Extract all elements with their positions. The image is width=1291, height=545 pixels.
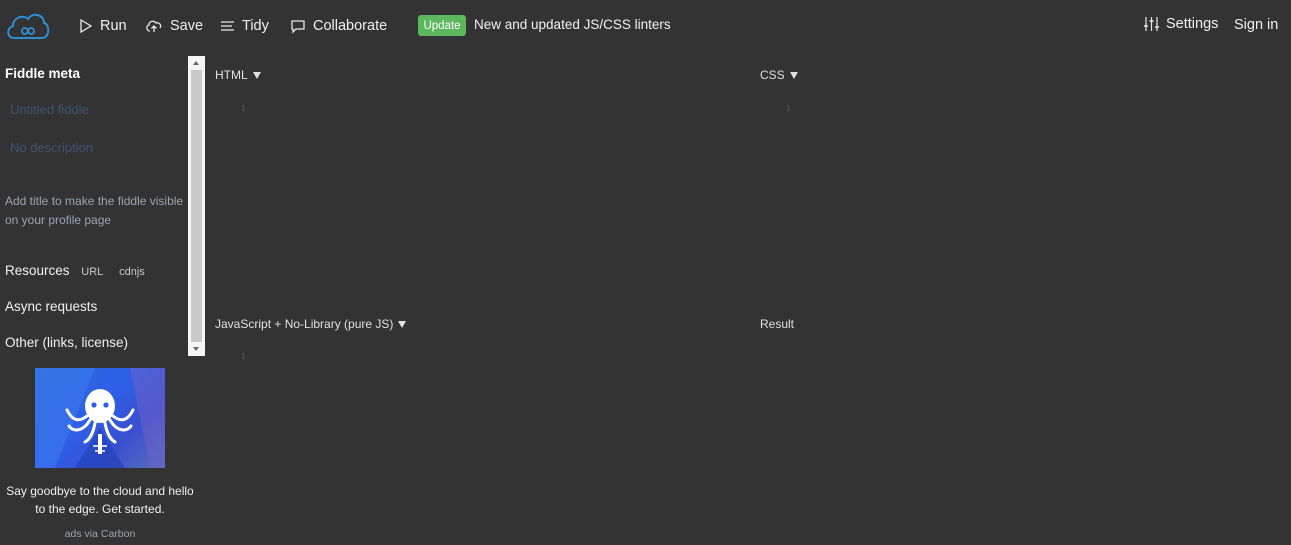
js-panel-header[interactable]: JavaScript + No-Library (pure JS) (215, 317, 407, 331)
collaborate-button[interactable]: Collaborate (290, 16, 387, 36)
html-line-number: 1 (241, 104, 246, 113)
sign-in-link[interactable]: Sign in (1234, 17, 1278, 33)
css-panel-header[interactable]: CSS (760, 68, 798, 82)
resources-cdnjs-tab[interactable]: cdnjs (119, 266, 145, 278)
carbon-ad-text[interactable]: Say goodbye to the cloud and hello to th… (0, 482, 200, 518)
chevron-down-icon[interactable] (252, 71, 261, 79)
fiddle-description-input[interactable]: No description (10, 140, 93, 155)
run-button[interactable]: Run (79, 16, 127, 36)
js-panel-label: JavaScript + No-Library (pure JS) (215, 317, 394, 331)
resources-url-tab[interactable]: URL (81, 266, 103, 278)
css-panel-label: CSS (760, 68, 785, 82)
octopus-icon (35, 368, 165, 468)
run-label: Run (100, 18, 127, 34)
title-hint: Add title to make the fiddle visible on … (5, 194, 184, 227)
play-icon (80, 19, 93, 33)
async-requests-section[interactable]: Async requests (5, 299, 97, 314)
chevron-down-icon[interactable] (789, 71, 798, 79)
settings-button[interactable]: Settings (1143, 16, 1218, 32)
other-links-section[interactable]: Other (links, license) (5, 335, 128, 350)
ads-via-carbon-link[interactable]: ads via Carbon (0, 528, 200, 540)
resources-label: Resources (5, 263, 70, 278)
carbon-ad-image[interactable] (35, 368, 165, 468)
sliders-icon (1144, 17, 1159, 31)
save-label: Save (170, 18, 204, 34)
chevron-down-icon[interactable] (398, 320, 407, 328)
js-line-number: 1 (241, 352, 246, 361)
result-panel-label: Result (760, 317, 795, 331)
scroll-down-icon[interactable] (193, 347, 199, 351)
css-line-number: 1 (786, 104, 791, 113)
fiddle-title-input[interactable]: Untitled fiddle (10, 102, 89, 117)
collaborate-label: Collaborate (313, 18, 388, 34)
tidy-label: Tidy (242, 18, 269, 34)
settings-label: Settings (1166, 16, 1219, 32)
update-badge[interactable]: Update (418, 15, 466, 36)
html-panel-label: HTML (215, 68, 248, 82)
resources-section[interactable]: Resources URL cdnjs (5, 263, 145, 278)
top-bar: Run Save Tidy Collaborate Update New and… (0, 0, 1291, 52)
sidebar-scrollbar[interactable] (188, 56, 205, 356)
cloud-upload-icon (146, 20, 162, 32)
chat-bubble-icon (291, 19, 305, 34)
scroll-up-icon[interactable] (193, 61, 199, 65)
tidy-button[interactable]: Tidy (220, 16, 269, 36)
scrollbar-thumb[interactable] (191, 70, 202, 342)
align-lines-icon (221, 21, 234, 31)
html-panel-header[interactable]: HTML (215, 68, 261, 82)
update-announcement[interactable]: New and updated JS/CSS linters (474, 17, 671, 32)
fiddle-meta-title: Fiddle meta (5, 66, 81, 81)
fiddle-meta-sidebar: Fiddle meta Untitled fiddle No descripti… (0, 56, 190, 545)
save-button[interactable]: Save (145, 16, 203, 36)
result-panel-header: Result (760, 317, 794, 331)
cloud-infinity-icon[interactable] (4, 8, 52, 44)
